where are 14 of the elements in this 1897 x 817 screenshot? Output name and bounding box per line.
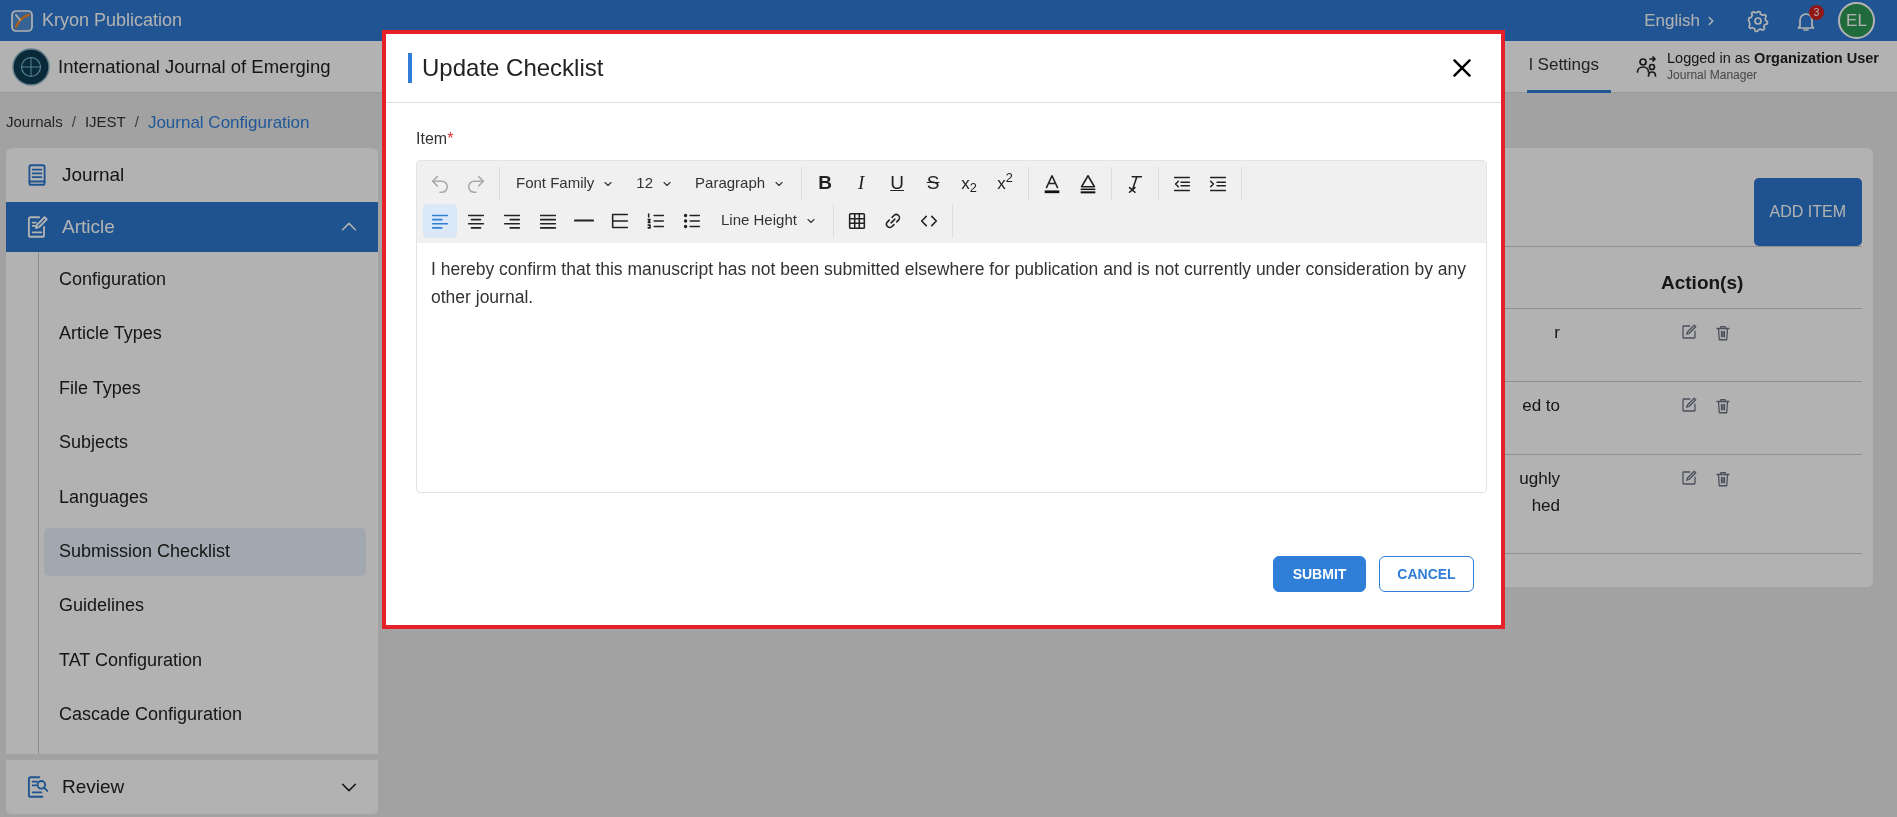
table-cell-text: ed to	[1521, 394, 1560, 417]
column-header: Action(s)	[1660, 271, 1745, 295]
table-cell-text: r	[1553, 321, 1560, 344]
app-title: Kryon Publication	[42, 9, 183, 32]
breadcrumb-separator: /	[71, 112, 76, 133]
logged-in-text: Logged in as Organization User	[1667, 49, 1879, 69]
notification-count-badge: 3	[1809, 4, 1824, 20]
user-role: Journal Manager	[1667, 68, 1759, 84]
table-cell-text: hed	[1530, 494, 1560, 517]
field-label: Item*	[416, 129, 455, 149]
table-cell-text: ughly	[1518, 467, 1560, 490]
journal-name: International Journal of Emerging	[58, 54, 331, 79]
dialog-title: Update Checklist	[408, 53, 604, 83]
breadcrumb-separator: /	[134, 112, 139, 133]
